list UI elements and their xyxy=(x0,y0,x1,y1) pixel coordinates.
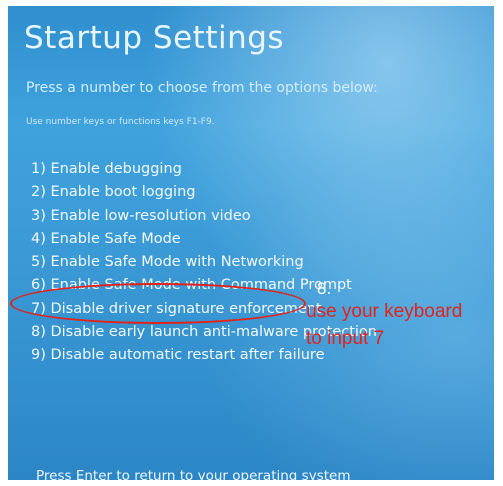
annotation-line-2: to input 7 xyxy=(306,328,385,349)
option-enable-safe-mode[interactable]: 4) Enable Safe Mode xyxy=(31,228,377,251)
option-enable-boot-logging[interactable]: 2) Enable boot logging xyxy=(31,181,377,204)
option-safe-mode-networking[interactable]: 5) Enable Safe Mode with Networking xyxy=(31,251,377,274)
annotation-line-1: use your keyboard xyxy=(306,301,463,322)
highlight-ellipse xyxy=(10,283,306,324)
return-to-os-text[interactable]: Press Enter to return to your operating … xyxy=(36,468,350,480)
instructions-text: Press a number to choose from the option… xyxy=(26,80,378,96)
page-title: Startup Settings xyxy=(24,20,285,56)
startup-settings-screen: Startup Settings Press a number to choos… xyxy=(8,6,494,480)
option-enable-low-resolution-video[interactable]: 3) Enable low-resolution video xyxy=(31,205,377,228)
annotation-text: use your keyboard to input 7 xyxy=(306,298,462,352)
option-enable-debugging[interactable]: 1) Enable debugging xyxy=(31,158,377,181)
keys-hint-text: Use number keys or functions keys F1-F9. xyxy=(26,117,215,127)
step-number-label: 8. xyxy=(317,279,332,298)
